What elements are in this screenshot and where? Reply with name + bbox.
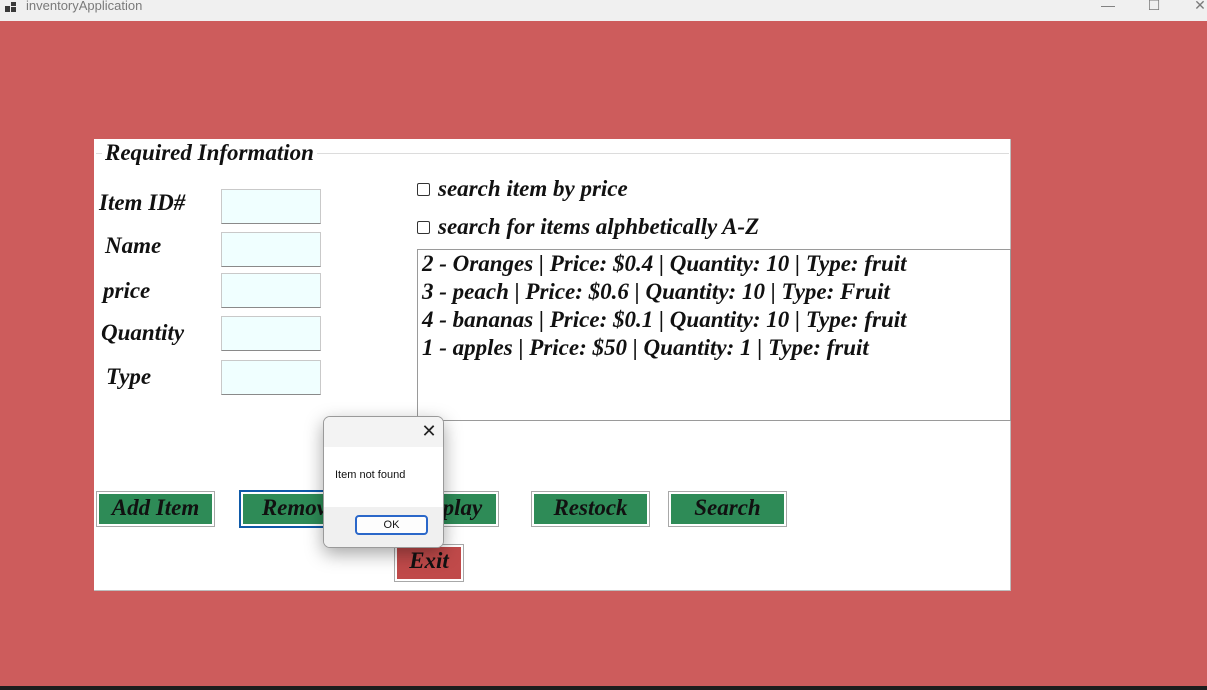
list-item[interactable]: 4 - bananas | Price: $0.1 | Quantity: 10… — [422, 306, 1006, 334]
maximize-icon[interactable]: ☐ — [1134, 0, 1174, 16]
search-alphabetical-option[interactable]: search for items alphbetically A-Z — [417, 213, 759, 241]
item-id-field[interactable] — [221, 189, 321, 224]
message-dialog: ✕ Item not found OK — [323, 416, 444, 548]
dialog-titlebar: ✕ — [324, 417, 443, 447]
window-titlebar: inventoryApplication — ☐ ✕ — [0, 0, 1207, 21]
price-field[interactable] — [221, 273, 321, 308]
search-alphabetical-label[interactable]: search for items alphbetically A-Z — [438, 214, 759, 240]
item-id-label: Item ID# — [99, 190, 186, 215]
list-item[interactable]: 2 - Oranges | Price: $0.4 | Quantity: 10… — [422, 250, 1006, 278]
close-icon[interactable]: ✕ — [420, 422, 438, 440]
list-item[interactable]: 3 - peach | Price: $0.6 | Quantity: 10 |… — [422, 278, 1006, 306]
close-window-icon[interactable]: ✕ — [1180, 0, 1207, 16]
exit-button[interactable]: Exit — [394, 544, 464, 582]
ok-button[interactable]: OK — [355, 515, 428, 535]
quantity-field[interactable] — [221, 316, 321, 351]
taskbar-edge — [0, 686, 1207, 690]
quantity-label: Quantity — [101, 320, 185, 345]
window-title: inventoryApplication — [26, 0, 143, 13]
search-by-price-checkbox[interactable] — [417, 182, 430, 196]
groupbox-title: Required Information — [102, 139, 317, 167]
search-button[interactable]: Search — [668, 491, 787, 527]
search-alphabetical-checkbox[interactable] — [417, 220, 430, 234]
list-item[interactable]: 1 - apples | Price: $50 | Quantity: 1 | … — [422, 334, 1006, 362]
app-icon — [5, 2, 17, 12]
dialog-message: Item not found — [335, 469, 406, 481]
name-label: Name — [105, 233, 162, 258]
dialog-footer: OK — [324, 507, 443, 547]
search-by-price-label[interactable]: search item by price — [438, 176, 628, 202]
search-by-price-option[interactable]: search item by price — [417, 175, 628, 203]
add-item-button[interactable]: Add Item — [96, 491, 215, 527]
minimize-icon[interactable]: — — [1088, 0, 1128, 16]
restock-button[interactable]: Restock — [531, 491, 650, 527]
price-label: price — [103, 278, 151, 303]
type-label: Type — [106, 364, 152, 389]
name-field[interactable] — [221, 232, 321, 267]
inventory-listbox[interactable]: 2 - Oranges | Price: $0.4 | Quantity: 10… — [417, 249, 1011, 421]
required-info-groupbox: Required Information Item ID# Name price… — [94, 139, 1011, 591]
type-field[interactable] — [221, 360, 321, 395]
